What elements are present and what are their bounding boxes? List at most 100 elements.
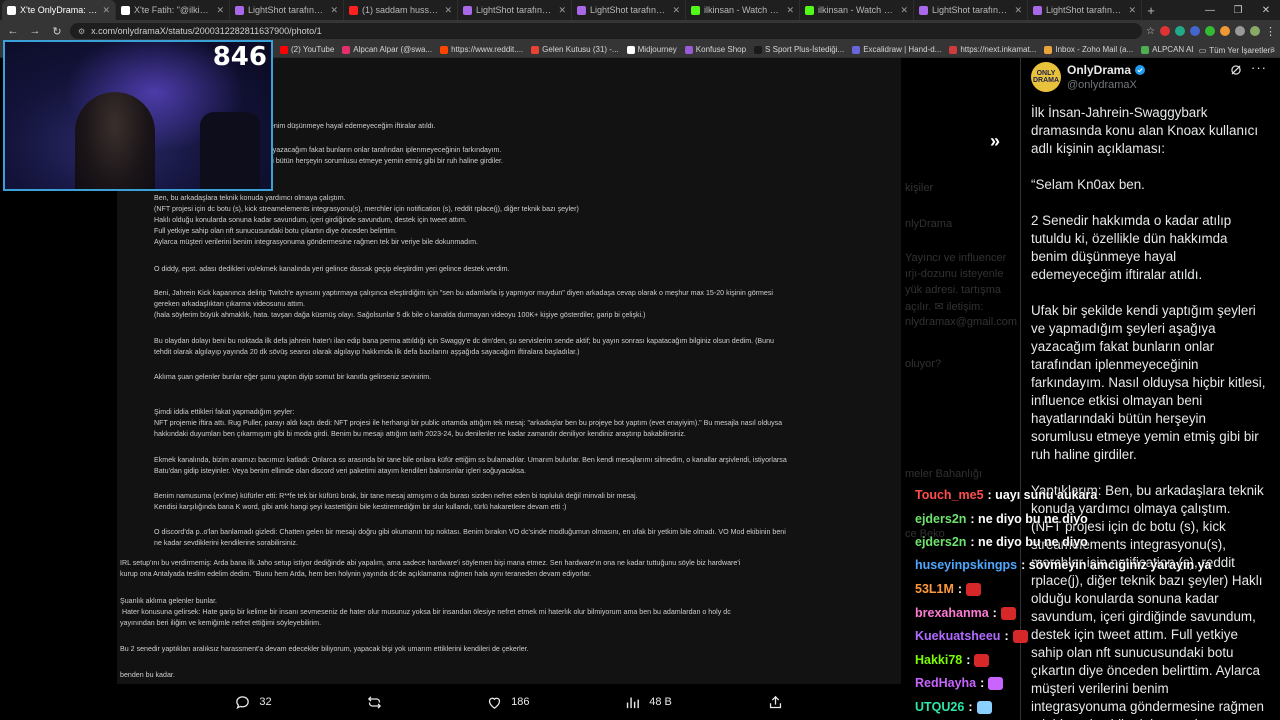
bookmark-item[interactable]: S Sport Plus-İstediği... [754,45,844,54]
close-tab-icon[interactable]: ✕ [1014,5,1022,16]
maximize-button[interactable]: ❐ [1224,0,1252,20]
extension-icon[interactable] [1205,26,1215,36]
tab-favicon-icon [463,5,472,15]
ghost-text: nlyDrama [905,218,953,230]
all-bookmarks-folder[interactable]: ▭ Tüm Yer İşaretleri [1192,42,1272,57]
extension-icon[interactable] [1220,26,1230,36]
collapse-panel-icon[interactable]: » [982,128,1008,154]
author-name[interactable]: OnlyDrama [1067,63,1146,77]
bookmark-item[interactable]: Konfuse Shop [684,45,746,54]
bookmark-item[interactable]: Excalidraw | Hand-d... [852,45,941,54]
author-handle[interactable]: @onlydramaX [1067,79,1137,91]
tab-favicon-icon [577,5,586,15]
browser-tab[interactable]: LightShot tarafından Ekran Gö...✕ [1028,0,1142,20]
chat-username[interactable]: brexahanma [915,606,989,620]
bookmark-item[interactable]: https://www.reddit.... [440,45,523,54]
chat-username[interactable]: Touch_me5 [915,488,984,502]
tweet-sidebar: ONLY DRAMA OnlyDrama @onlydramaX ··· İlk… [1020,58,1280,720]
browser-tab[interactable]: ilkinsan - Watch clips on Kick ✕ [686,0,800,20]
bookmark-item[interactable]: Alpcan Alpar (@swa... [342,45,432,54]
like-button[interactable]: 186 [486,694,529,711]
chat-message: Touch_me5: uayı sunu aukara [915,486,1097,504]
ghost-text: nlydramax@gmail.com [905,316,1018,328]
bookmark-favicon-icon [342,45,351,54]
chat-username[interactable]: 53L1M [915,582,954,596]
browser-tab[interactable]: X'te Fatih: "@ilkinsans Bi daha... ✕ [116,0,230,20]
forward-icon[interactable]: → [26,22,44,40]
close-tab-icon[interactable]: ✕ [672,5,680,16]
new-tab-button[interactable]: + [1142,0,1160,20]
stream-chat-overlay: Touch_me5: uayı sunu aukara ejders2n: ne … [915,486,1211,720]
chat-username[interactable]: huseyinpskingps [915,558,1017,572]
close-tab-icon[interactable]: ✕ [900,5,908,16]
extension-icon[interactable] [1175,26,1185,36]
bookmark-item[interactable]: Inbox - Zoho Mail (a... [1044,45,1133,54]
verified-badge-icon [1135,65,1146,75]
extension-icon[interactable] [1190,26,1200,36]
chat-username[interactable]: Hakki78 [915,653,962,667]
reload-icon[interactable]: ↻ [48,22,66,40]
chat-message: Kuekuatsheeu: [915,627,1028,645]
reply-button[interactable]: 32 [234,694,272,711]
view-count: 48 B [649,696,672,708]
views-button[interactable]: 48 B [624,694,672,711]
close-tab-icon[interactable]: ✕ [216,5,224,16]
chat-text: : [966,653,971,667]
bookmark-star-icon[interactable]: ☆ [1146,26,1155,37]
bookmark-label: Inbox - Zoho Mail (a... [1055,45,1134,54]
browser-tab[interactable]: LightShot tarafından Ekran Gö...✕ [572,0,686,20]
bookmark-favicon-icon [1141,45,1150,54]
avatar[interactable]: ONLY DRAMA [1031,62,1061,92]
close-tab-icon[interactable]: ✕ [330,5,338,16]
photo-paragraph: IRL setup'ını bu verdirmemiş: Arda bana … [120,559,741,578]
more-options-button[interactable]: ··· [1251,60,1267,75]
close-tab-icon[interactable]: ✕ [444,5,452,16]
close-tab-icon[interactable]: ✕ [1128,5,1136,16]
profile-avatar[interactable] [1250,26,1260,36]
back-icon[interactable]: ← [4,22,22,40]
photo-paragraph: Benim namusuma (ex'ime) küfürler etti: R… [154,492,638,511]
close-tab-icon[interactable]: ✕ [558,5,566,16]
bookmark-item[interactable]: https://next.inkamat... [949,45,1036,54]
repost-button[interactable] [366,694,391,711]
repost-icon [368,695,382,709]
url-text: x.com/onlydramaX/status/2000312282811637… [91,26,322,36]
share-button[interactable] [767,694,784,711]
tab-title: LightShot tarafından Ekran Gö... [248,5,327,15]
tab-title: LightShot tarafından Ekran Gö... [476,5,555,15]
browser-tab[interactable]: LightShot tarafından Ekran Gö...✕ [914,0,1028,20]
close-window-button[interactable]: ✕ [1252,0,1280,20]
chat-username[interactable]: ejders2n [915,512,966,526]
site-info-icon[interactable]: ⚙ [78,27,85,36]
bookmark-item[interactable]: Midjourney [626,45,677,54]
tab-favicon-icon [121,5,130,15]
bookmark-favicon-icon [531,45,540,54]
chat-username[interactable]: ejders2n [915,535,966,549]
chat-username[interactable]: RedHayha [915,676,976,690]
browser-tab[interactable]: LightShot tarafından Ekran Gö...✕ [458,0,572,20]
browser-tab[interactable]: (1) saddam hussein hiding sp...✕ [344,0,458,20]
bookmark-favicon-icon [684,45,693,54]
menu-icon[interactable]: ⋮ [1265,25,1276,38]
close-tab-icon[interactable]: ✕ [786,5,794,16]
chat-username[interactable]: UTQU26 [915,700,964,714]
minimize-button[interactable]: — [1196,0,1224,20]
chat-text: : [1004,629,1009,643]
browser-tab[interactable]: ilkinsan - Watch clips on Kick ✕ [800,0,914,20]
extension-icon[interactable] [1235,26,1245,36]
ghost-text: açılır. ✉ iletişim: [905,301,984,313]
bookmark-item[interactable]: (2) YouTube [280,45,334,54]
chat-text: : sövmeyin amcığınız yarayın ya [1021,558,1212,572]
extension-icon[interactable] [1160,26,1170,36]
browser-tab[interactable]: LightShot tarafından Ekran Gö...✕ [230,0,344,20]
ghost-text: yük adresi. tartışma [905,284,1001,296]
browser-tab[interactable]: X'te OnlyDrama: "İlk İnsan-Jahrein-... ✕ [2,0,116,20]
bookmark-item[interactable]: Gelen Kutusu (31) -... [531,45,619,54]
address-bar[interactable]: ⚙ x.com/onlydramaX/status/20003122828116… [70,23,1143,39]
chat-username[interactable]: Kuekuatsheeu [915,629,1000,643]
chat-message: Hakki78: [915,651,990,669]
grok-icon[interactable] [1229,63,1243,77]
photo-paragraph: O diddy, epst. adası dedikleri vo/ekmek … [154,265,510,273]
close-tab-icon[interactable]: ✕ [102,5,110,16]
tab-title: ilkinsan - Watch clips on Kick [818,5,896,15]
